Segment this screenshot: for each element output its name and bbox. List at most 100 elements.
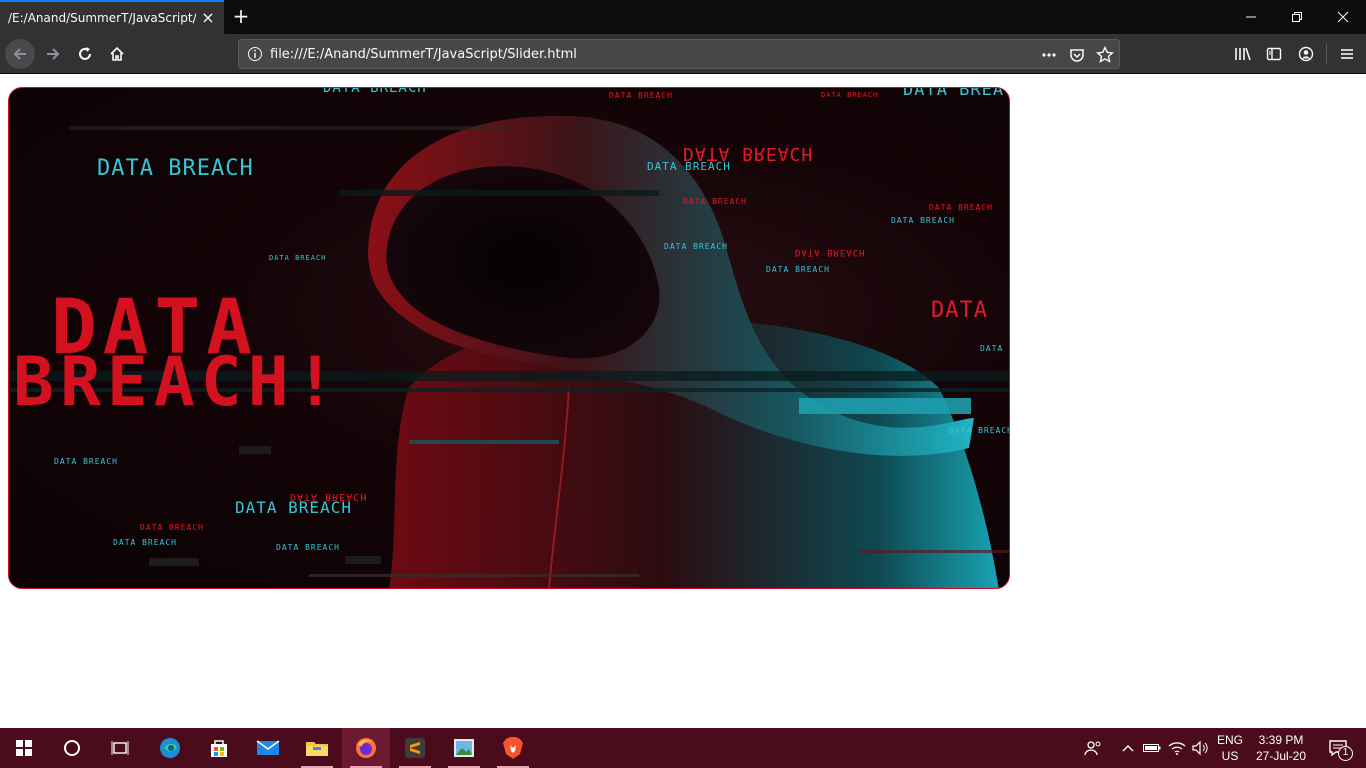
task-view-button[interactable] [96,728,144,768]
sidebar-button[interactable] [1259,39,1289,69]
bg-text: DATA BREACH [664,242,728,251]
url-text[interactable]: file:///E:/Anand/SummerT/JavaScript/Slid… [270,47,577,62]
bg-text: DATA BREACH [97,156,254,181]
minimize-icon [1246,16,1256,18]
taskbar-brave[interactable] [489,728,537,768]
menu-button[interactable] [1332,39,1362,69]
clock-button[interactable]: 3:39 PM 27-Jul-20 [1250,728,1312,768]
bg-text: DATA BREACH [949,426,1010,435]
wifi-button[interactable] [1166,728,1188,768]
bg-text: DATA [931,298,988,323]
info-icon[interactable] [247,46,263,62]
taskbar-mail[interactable] [244,728,292,768]
address-bar[interactable]: file:///E:/Anand/SummerT/JavaScript/Slid… [238,39,1120,69]
battery-button[interactable] [1142,728,1162,768]
navigation-toolbar: file:///E:/Anand/SummerT/JavaScript/Slid… [0,34,1366,74]
bookmark-button[interactable] [1095,45,1115,65]
taskbar-file-explorer[interactable] [293,728,341,768]
toolbar-divider [1326,44,1327,64]
windows-taskbar: ENG US 3:39 PM 27-Jul-20 1 [0,728,1366,768]
page-actions-button[interactable] [1039,45,1059,65]
bg-text: DATA BREACH [609,91,673,100]
clock-time: 3:39 PM [1258,733,1304,747]
notification-badge: 1 [1338,746,1353,761]
forward-arrow-icon [47,48,60,60]
tab-strip: /E:/Anand/SummerT/JavaScript/Slider.html… [0,0,1366,34]
headline-breach: BREACH! [13,343,342,422]
volume-button[interactable] [1190,728,1212,768]
cortana-circle-icon [64,740,80,756]
home-button[interactable] [102,39,132,69]
taskbar-edge[interactable] [146,728,194,768]
close-icon [1337,11,1349,23]
bg-text: DATA BREACH [323,87,427,96]
account-button[interactable] [1291,39,1321,69]
store-icon [211,740,227,757]
people-icon [1084,741,1101,756]
bg-text: DATA BREACH [54,457,118,466]
chevron-up-icon [1122,745,1134,752]
star-icon [1096,46,1114,63]
bg-text: DATA BREACH [113,538,177,547]
language-code: ENG [1216,733,1243,747]
taskbar-store[interactable] [195,728,243,768]
show-hidden-icons-button[interactable] [1118,728,1138,768]
windows-logo-icon [16,740,32,756]
bg-text: DATA BREACH [766,265,830,274]
close-icon[interactable]: × [200,10,216,26]
pocket-icon [1070,49,1084,62]
taskbar-firefox[interactable] [342,728,390,768]
input-language-button[interactable]: ENG US [1212,728,1248,768]
bg-text: DATA BREACH [795,247,866,257]
account-icon [1298,46,1314,62]
bg-text: DATA BREACH [235,498,352,517]
people-button[interactable] [1080,728,1106,768]
restore-icon [1292,12,1302,22]
photos-icon [454,739,474,757]
hamburger-icon [1341,49,1353,59]
start-button[interactable] [0,728,48,768]
reload-button[interactable] [70,39,100,69]
bg-text: DATA BREACH [140,523,204,532]
library-icon [1235,47,1251,61]
reload-icon [79,47,91,60]
new-tab-button[interactable]: + [230,6,252,28]
more-dots-icon [1042,53,1056,57]
taskbar-photos[interactable] [440,728,488,768]
firefox-icon [356,738,376,758]
wifi-icon [1168,742,1186,755]
taskbar-sublime-text[interactable] [391,728,439,768]
sublime-text-icon [405,738,425,758]
action-center-button[interactable]: 1 [1318,728,1358,768]
pocket-button[interactable] [1067,45,1087,65]
speaker-icon [1192,740,1208,756]
library-button[interactable] [1228,39,1258,69]
image-slider[interactable]: DATA BREACH! DATA BREACH DATA BREACH DAT… [8,87,1010,589]
task-view-icon [111,741,129,755]
sidebar-icon [1266,47,1282,61]
bg-text: DATA BREACH [891,216,955,225]
battery-icon [1143,744,1161,752]
bg-text: DATA BREACH [276,543,340,552]
bg-text: DATA BREACH [647,160,731,173]
folder-icon [306,742,328,756]
bg-text: DATA BREACH [683,197,747,206]
tab-slider[interactable]: /E:/Anand/SummerT/JavaScript/Slider.html… [0,0,224,34]
forward-button[interactable] [38,39,68,69]
home-icon [110,46,124,61]
brave-lion-icon [503,737,523,759]
search-button[interactable] [48,728,96,768]
clock-date: 27-Jul-20 [1255,749,1307,763]
minimize-button[interactable] [1228,0,1274,34]
close-window-button[interactable] [1320,0,1366,34]
mail-icon [256,740,280,755]
bg-text: DATA BREACH [929,203,993,212]
back-arrow-icon [13,48,26,60]
restore-button[interactable] [1274,0,1320,34]
back-button[interactable] [5,39,35,69]
page-viewport: DATA BREACH! DATA BREACH DATA BREACH DAT… [0,75,1366,728]
keyboard-layout: US [1221,749,1239,763]
bg-text: DATA BREACH [269,254,327,262]
edge-icon [160,738,180,758]
bg-text: DATA BREACH [821,91,879,99]
